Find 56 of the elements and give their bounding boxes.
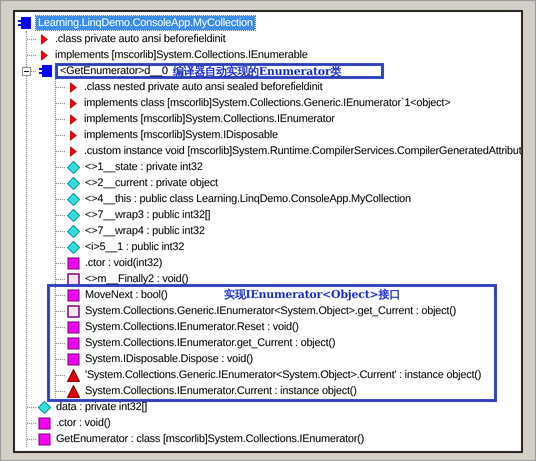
diamond-icon [67, 192, 80, 206]
annotation-text: 编译器自动实现的Enumerator类 [172, 64, 342, 78]
tree-item[interactable]: <>7__wrap3 : public int32[] [83, 208, 212, 222]
tree-item[interactable]: <GetEnumerator>d__0 [58, 64, 170, 78]
diamond-icon [38, 400, 51, 414]
triangle-icon [67, 80, 79, 94]
triangle-icon [67, 96, 79, 110]
class-icon [17, 16, 33, 30]
tree-item[interactable]: implements [mscorlib]System.Collections.IEnumerable [53, 48, 310, 62]
triangle-icon [67, 128, 79, 142]
tree-item[interactable]: <>1__state : private int32 [83, 160, 205, 174]
tree-item[interactable]: .class nested private auto ansi sealed beforefieldinit [82, 80, 324, 94]
class-icon [38, 64, 54, 78]
diamond-icon [67, 208, 80, 222]
tree-item[interactable]: .ctor : void() [54, 416, 113, 430]
tree-item[interactable]: .custom instance void [mscorlib]System.Runtime.CompilerServices.CompilerGeneratedAttribut [82, 144, 521, 158]
method-icon [38, 416, 51, 430]
diamond-icon [67, 176, 80, 190]
triangle-icon [38, 48, 50, 62]
diamond-icon [67, 224, 80, 238]
tree-item[interactable]: System.Collections.IEnumerator.Reset : void() [83, 320, 301, 334]
collapse-icon[interactable] [22, 67, 31, 76]
tree-item[interactable]: MoveNext : bool() [83, 288, 170, 302]
method-icon [67, 256, 80, 270]
diamond-icon [67, 240, 80, 254]
tree-item[interactable]: System.Collections.IEnumerator.Current : instance object() [83, 384, 359, 398]
triangle-icon [67, 144, 79, 158]
tree-item[interactable]: .class private auto ansi beforefieldinit [53, 32, 228, 46]
tree-item[interactable]: <>7__wrap4 : public int32 [83, 224, 207, 238]
tree-item[interactable]: 'System.Collections.Generic.IEnumerator<System.Object>.Current' : instance object() [83, 368, 484, 382]
tree-item[interactable]: System.Collections.IEnumerator.get_Current : object() [83, 336, 338, 350]
tree-item[interactable]: .ctor : void(int32) [83, 256, 164, 270]
tree-item[interactable]: <i>5__1 : public int32 [83, 240, 186, 254]
tree-item[interactable]: GetEnumerator : class [mscorlib]System.Collections.IEnumerator() [54, 432, 366, 446]
triangle-icon [67, 368, 80, 382]
tree-item[interactable]: implements [mscorlib]System.Collections.IEnumerator [82, 112, 337, 126]
method-icon [67, 304, 80, 318]
method-icon [67, 272, 80, 286]
method-icon [67, 320, 80, 334]
diamond-icon [67, 160, 80, 174]
tree-item[interactable]: <>4__this : public class Learning.LinqDemo.ConsoleApp.MyCollection [83, 192, 413, 206]
method-icon [38, 432, 51, 446]
tree-item[interactable]: System.IDisposable.Dispose : void() [83, 352, 255, 366]
tree-item[interactable]: implements [mscorlib]System.IDisposable [82, 128, 280, 142]
tree-item[interactable]: System.Collections.Generic.IEnumerator<System.Object>.get_Current : object() [83, 304, 458, 318]
method-icon [67, 336, 80, 350]
tree-item[interactable]: data : private int32[] [54, 400, 150, 414]
tree-item[interactable]: implements class [mscorlib]System.Collections.Generic.IEnumerator`1<object> [82, 96, 452, 110]
triangle-icon [38, 32, 50, 46]
tree-item[interactable]: <>2__current : private object [83, 176, 220, 190]
method-icon [67, 288, 80, 302]
annotation-text: 实现IEnumerator<Object>接口 [224, 287, 400, 303]
method-icon [67, 352, 80, 366]
triangle-icon [67, 112, 79, 126]
tree-item[interactable]: <>m__Finally2 : void() [83, 272, 190, 286]
triangle-icon [67, 384, 80, 398]
